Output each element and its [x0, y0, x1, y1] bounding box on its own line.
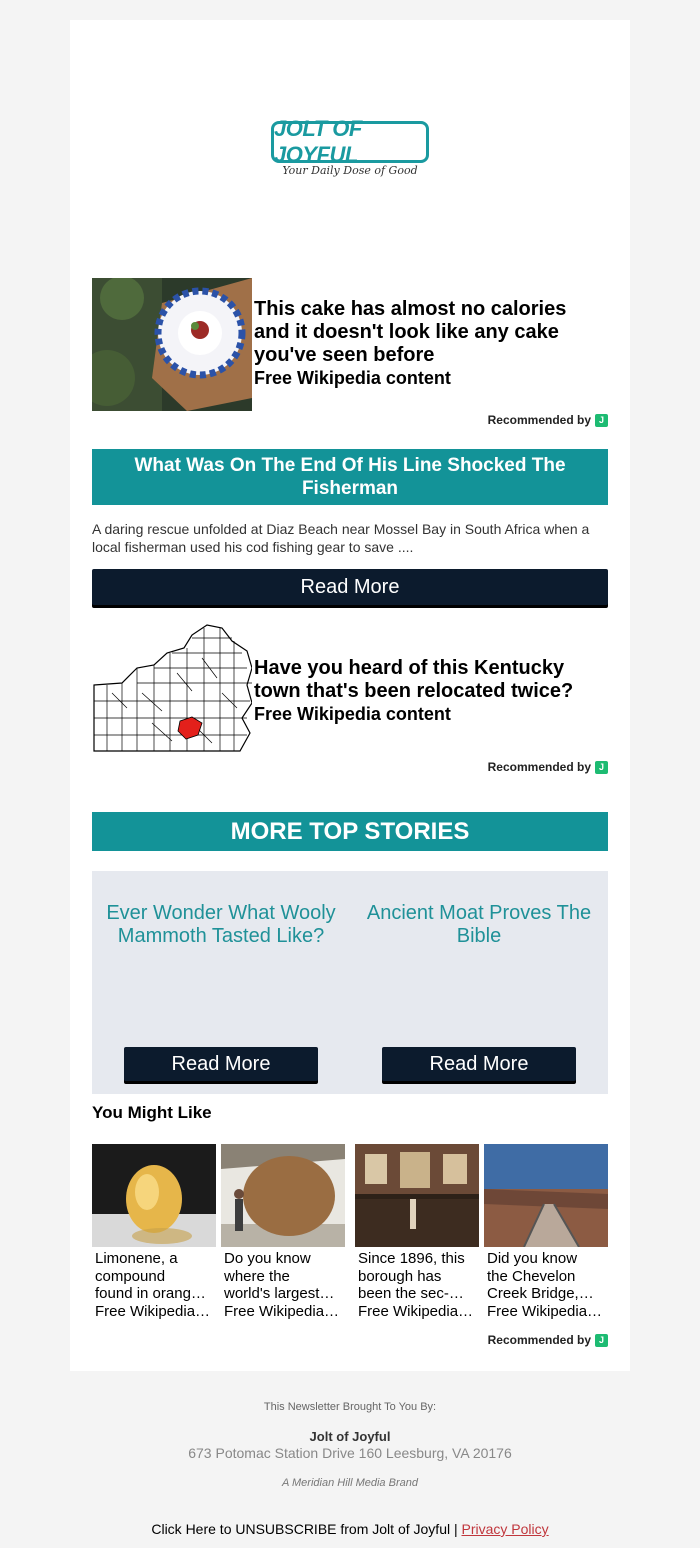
- recommendation-text[interactable]: Since 1896, this borough has been the se…: [358, 1250, 476, 1320]
- promo-title-line: and it doesn't look like any cake: [254, 321, 559, 343]
- read-more-button[interactable]: Read More: [382, 1047, 576, 1081]
- recommendation-text[interactable]: Do you know where the world's largest… F…: [224, 1250, 342, 1320]
- recommendation-line: Did you know: [487, 1250, 578, 1267]
- logo[interactable]: JOLT OF JOYFUL: [271, 116, 429, 167]
- more-top-stories-heading: MORE TOP STORIES: [92, 812, 608, 851]
- recommended-by-label: Recommended by: [487, 1333, 591, 1347]
- promo-title-line: This cake has almost no calories: [254, 298, 567, 320]
- recommended-by[interactable]: Recommended by J: [468, 1333, 608, 1347]
- recommendation-line: where the: [224, 1267, 290, 1285]
- recommendation-image-borough[interactable]: [355, 1144, 479, 1247]
- recommendation-image-limonene[interactable]: [92, 1144, 216, 1247]
- tagline: Your Daily Dose of Good: [282, 164, 418, 177]
- you-might-like-heading: You Might Like: [92, 1103, 212, 1122]
- promo-title-cake[interactable]: This cake has almost no calories and it …: [254, 298, 594, 390]
- recommendation-text[interactable]: Did you know the Chevelon Creek Bridge,……: [487, 1250, 605, 1320]
- j-logo-icon: J: [595, 413, 608, 427]
- recommended-by-label: Recommended by: [487, 413, 591, 427]
- story-excerpt: A daring rescue unfolded at Diaz Beach n…: [92, 521, 590, 555]
- read-more-button[interactable]: Read More: [92, 569, 608, 605]
- j-logo-icon: J: [595, 1333, 608, 1347]
- unsubscribe-link[interactable]: Click Here to UNSUBSCRIBE from Jolt of J…: [151, 1521, 457, 1537]
- recommendation-line: borough has: [358, 1267, 442, 1285]
- recommended-by-label: Recommended by: [487, 760, 591, 774]
- promo-title-line: town that's been relocated twice?: [254, 680, 574, 702]
- privacy-policy-link[interactable]: Privacy Policy: [462, 1521, 549, 1537]
- recommendation-source: Free Wikipedia …: [95, 1302, 213, 1320]
- recommendation-source: Free Wikipedia …: [358, 1302, 476, 1320]
- recommendation-line: Limonene, a: [95, 1250, 178, 1267]
- top-story-title[interactable]: Ancient Moat Proves The Bible: [354, 902, 604, 948]
- recommendation-line: Creek Bridge,…: [487, 1285, 594, 1302]
- story-headline[interactable]: What Was On The End Of His Line Shocked …: [92, 449, 608, 505]
- recommendation-line: been the sec-…: [358, 1285, 464, 1302]
- promo-image-cake[interactable]: [92, 278, 252, 411]
- footer-unsubscribe-row: Click Here to UNSUBSCRIBE from Jolt of J…: [0, 1521, 700, 1537]
- recommendation-source: Free Wikipedia …: [487, 1302, 605, 1320]
- recommendation-source: Free Wikipedia …: [224, 1302, 342, 1320]
- top-story-title[interactable]: Ever Wonder What Wooly Mammoth Tasted Li…: [96, 902, 346, 948]
- recommendation-line: compound: [95, 1267, 166, 1285]
- promo-title-line: Have you heard of this Kentucky: [254, 657, 565, 679]
- recommendation-text[interactable]: Limonene, a compound found in orang… Fre…: [95, 1250, 213, 1320]
- promo-source: Free Wikipedia content: [254, 368, 451, 388]
- recommendation-line: found in orang…: [95, 1285, 206, 1302]
- logo-text: JOLT OF JOYFUL: [274, 116, 362, 167]
- recommended-by[interactable]: Recommended by J: [468, 760, 608, 774]
- footer-brought-by: This Newsletter Brought To You By:: [263, 1401, 437, 1413]
- footer-address: 673 Potomac Station Drive 160 Leesburg, …: [188, 1445, 512, 1461]
- recommendation-line: the Chevelon: [487, 1267, 576, 1285]
- promo-image-kentucky-map[interactable]: [92, 623, 252, 756]
- promo-source: Free Wikipedia content: [254, 704, 451, 724]
- recommendation-image-bridge[interactable]: [484, 1144, 608, 1247]
- recommendation-line: Do you know: [224, 1250, 311, 1267]
- promo-title-line: you've seen before: [254, 344, 435, 366]
- recommended-by[interactable]: Recommended by J: [468, 413, 608, 427]
- recommendation-line: Since 1896, this: [358, 1250, 465, 1267]
- footer-company: Jolt of Joyful: [309, 1429, 391, 1444]
- recommendation-line: world's largest…: [224, 1285, 335, 1302]
- read-more-button[interactable]: Read More: [124, 1047, 318, 1081]
- recommendation-image-twine-ball[interactable]: [221, 1144, 345, 1247]
- promo-title-kentucky[interactable]: Have you heard of this Kentucky town tha…: [254, 657, 594, 726]
- footer-brand-line: A Meridian Hill Media Brand: [282, 1477, 418, 1489]
- j-logo-icon: J: [595, 760, 608, 774]
